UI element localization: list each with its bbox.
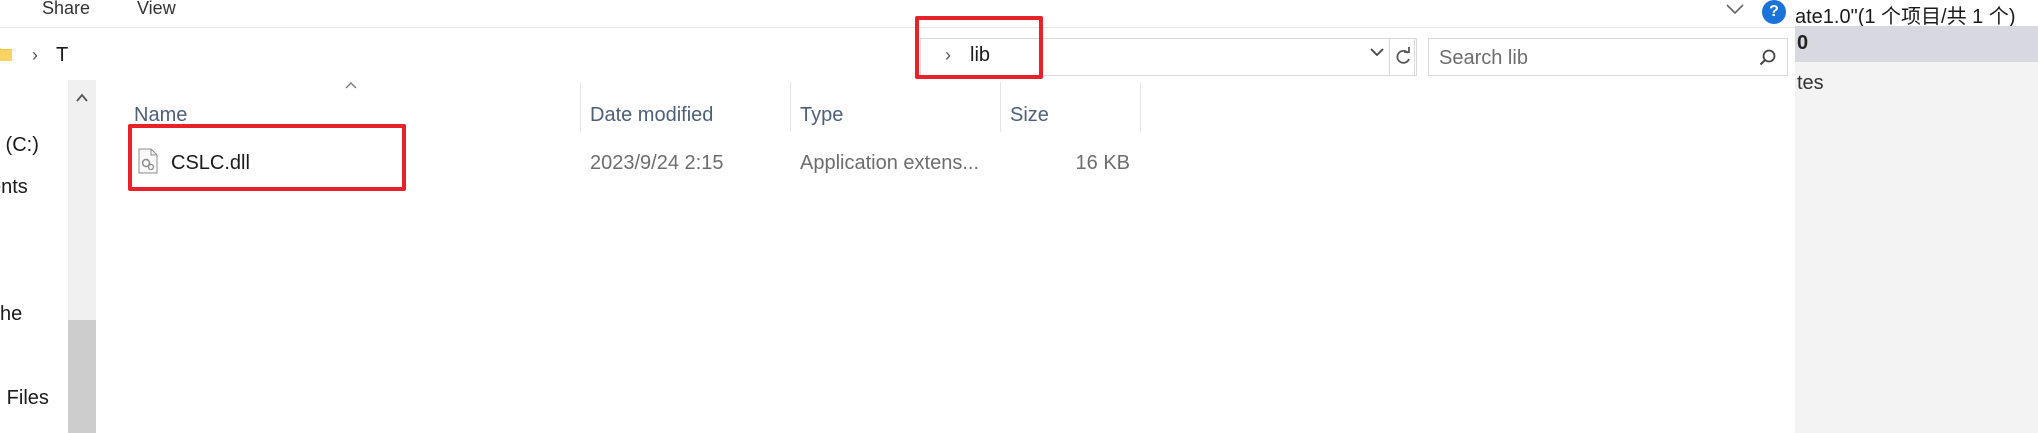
- search-icon[interactable]: [1759, 49, 1777, 67]
- breadcrumb-item-current[interactable]: T: [56, 44, 68, 67]
- address-bar-row: › T › lib: [0, 32, 1795, 80]
- address-history-dropdown-icon[interactable]: [1368, 45, 1386, 59]
- details-pane-line: tes: [1797, 72, 1824, 94]
- ribbon-tab-share[interactable]: Share: [42, 0, 90, 19]
- column-header-size[interactable]: Size: [1000, 92, 1140, 134]
- highlight-box-address: [915, 16, 1043, 79]
- file-size: 16 KB: [1075, 152, 1130, 174]
- ribbon-tab-view[interactable]: View: [137, 0, 176, 19]
- breadcrumb-separator-icon[interactable]: ›: [32, 45, 38, 66]
- highlight-box-file: [128, 124, 406, 191]
- column-header-type[interactable]: Type: [790, 92, 1000, 134]
- sort-ascending-icon: [345, 82, 357, 89]
- file-date-modified: 2023/9/24 2:15: [590, 152, 724, 174]
- scrollbar-thumb[interactable]: [68, 320, 96, 433]
- scroll-up-icon[interactable]: [75, 92, 89, 104]
- ribbon: Share View ?: [0, 0, 1795, 28]
- navigation-scrollbar[interactable]: [68, 80, 96, 433]
- refresh-button[interactable]: [1389, 38, 1417, 76]
- nav-item-program-files[interactable]: n Files: [0, 387, 49, 410]
- details-pane: 0 tes: [1795, 26, 2038, 433]
- chevron-down-icon[interactable]: [1724, 0, 1746, 18]
- nav-item-cache[interactable]: che: [0, 303, 22, 326]
- refresh-icon: [1396, 47, 1410, 64]
- folder-icon: [0, 48, 12, 61]
- column-divider[interactable]: [1140, 82, 1141, 132]
- help-icon[interactable]: ?: [1762, 0, 1786, 24]
- details-pane-header-text: 0: [1797, 32, 1809, 54]
- search-input[interactable]: [1439, 45, 1739, 71]
- file-type: Application extens...: [800, 152, 979, 174]
- details-pane-title: ate1.0"(1 个项目/共 1 个): [1795, 6, 2016, 28]
- navigation-pane: k (C:) ents che s n Files: [0, 80, 70, 433]
- column-header-type-label: Type: [800, 104, 844, 126]
- search-box[interactable]: [1428, 38, 1788, 76]
- column-header-date-label: Date modified: [590, 104, 714, 126]
- nav-item-documents[interactable]: ents: [0, 176, 28, 199]
- details-pane-header: 0: [1795, 26, 2038, 62]
- column-header-size-label: Size: [1010, 104, 1049, 126]
- nav-item-local-disk-c[interactable]: k (C:): [0, 134, 39, 157]
- column-header-date-modified[interactable]: Date modified: [580, 92, 790, 134]
